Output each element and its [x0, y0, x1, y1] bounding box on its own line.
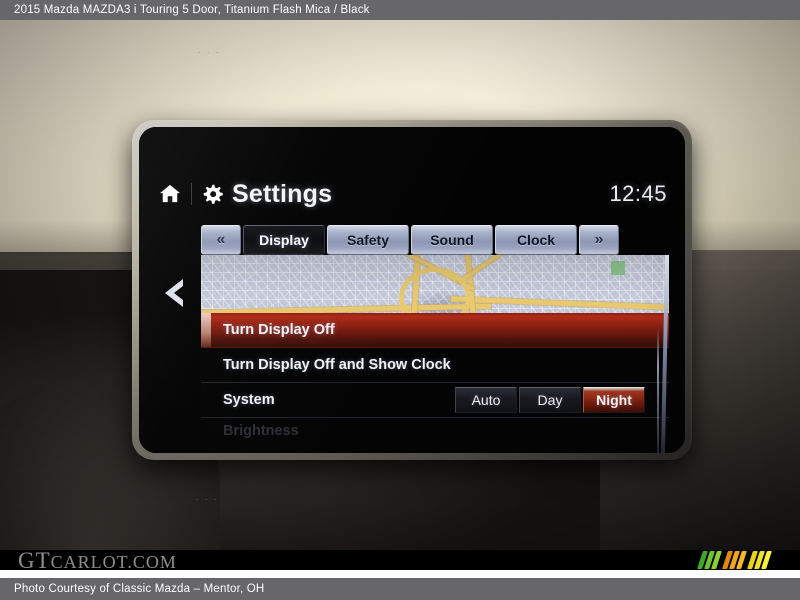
- tab-display-label: Display: [259, 232, 309, 248]
- tab-clock-label: Clock: [516, 232, 556, 248]
- infotainment-bezel: Settings 12:45 « Display Safety Sound Cl…: [132, 120, 692, 460]
- clock-display: 12:45: [609, 181, 667, 206]
- dashboard-speck: · · ·: [196, 495, 219, 504]
- tab-next-label: »: [594, 231, 604, 248]
- system-mode-night-label: Night: [596, 392, 632, 408]
- photo-credit-bar: Photo Courtesy of Classic Mazda – Mentor…: [0, 578, 800, 600]
- settings-list[interactable]: Turn Display Off Turn Display Off and Sh…: [201, 313, 669, 453]
- system-mode-night[interactable]: Night: [583, 387, 645, 413]
- tab-sound[interactable]: Sound: [411, 225, 493, 255]
- tab-display[interactable]: Display: [243, 225, 325, 255]
- watermark-gt: GT: [18, 548, 51, 573]
- infotainment-header: Settings 12:45: [139, 171, 685, 217]
- gtcarlot-watermark: GTCARLOT.COM: [18, 548, 177, 574]
- list-item-label: Turn Display Off: [223, 322, 335, 338]
- watermark-com: .COM: [127, 552, 177, 572]
- page-title: Settings: [232, 179, 333, 208]
- watermark-carlot: CARLOT: [50, 552, 128, 572]
- tab-safety[interactable]: Safety: [327, 225, 409, 255]
- tab-prev[interactable]: «: [201, 225, 241, 255]
- tab-clock[interactable]: Clock: [495, 225, 577, 255]
- list-item-turn-display-off-show-clock[interactable]: Turn Display Off and Show Clock: [201, 348, 669, 383]
- list-item-system[interactable]: System Auto Day Night: [201, 383, 669, 418]
- tab-next[interactable]: »: [579, 225, 619, 255]
- system-mode-day-label: Day: [537, 392, 563, 408]
- settings-tab-bar[interactable]: « Display Safety Sound Clock »: [201, 225, 669, 255]
- home-icon[interactable]: [159, 184, 181, 204]
- header-divider: [191, 183, 192, 205]
- list-item-label: System: [223, 392, 275, 408]
- list-item-brightness[interactable]: Brightness: [201, 418, 669, 444]
- vehicle-title-bar: 2015 Mazda MAZDA3 i Touring 5 Door, Tita…: [0, 0, 800, 20]
- dashboard-speck: · · ·: [198, 48, 221, 57]
- gear-icon[interactable]: [202, 184, 223, 205]
- list-item-label: Turn Display Off and Show Clock: [223, 357, 451, 373]
- system-mode-auto[interactable]: Auto: [455, 387, 517, 413]
- logo-stripe-group-green: [697, 551, 722, 569]
- logo-stripe-group-yellow: [747, 551, 772, 569]
- logo-stripe-group-orange: [722, 551, 747, 569]
- tab-prev-label: «: [216, 231, 226, 248]
- list-item-label: Brightness: [223, 423, 299, 439]
- vehicle-photo: · · · · · · · · ·: [0, 20, 800, 550]
- list-scrollbar-glow: [657, 327, 659, 453]
- tab-safety-label: Safety: [346, 232, 390, 248]
- tab-sound-label: Sound: [430, 232, 474, 248]
- system-mode-day[interactable]: Day: [519, 387, 581, 413]
- vehicle-title-text: 2015 Mazda MAZDA3 i Touring 5 Door, Tita…: [14, 4, 370, 16]
- system-mode-segmented-control[interactable]: Auto Day Night: [455, 387, 645, 413]
- infotainment-screen[interactable]: Settings 12:45 « Display Safety Sound Cl…: [139, 127, 685, 453]
- gtcarlot-logo-icon: [697, 549, 786, 571]
- chevron-left-icon[interactable]: [157, 275, 191, 311]
- list-item-turn-display-off[interactable]: Turn Display Off: [201, 313, 669, 348]
- photo-credit-text: Photo Courtesy of Classic Mazda – Mentor…: [14, 583, 265, 595]
- system-mode-auto-label: Auto: [471, 392, 501, 408]
- infotainment-screen-frame: Settings 12:45 « Display Safety Sound Cl…: [139, 127, 685, 453]
